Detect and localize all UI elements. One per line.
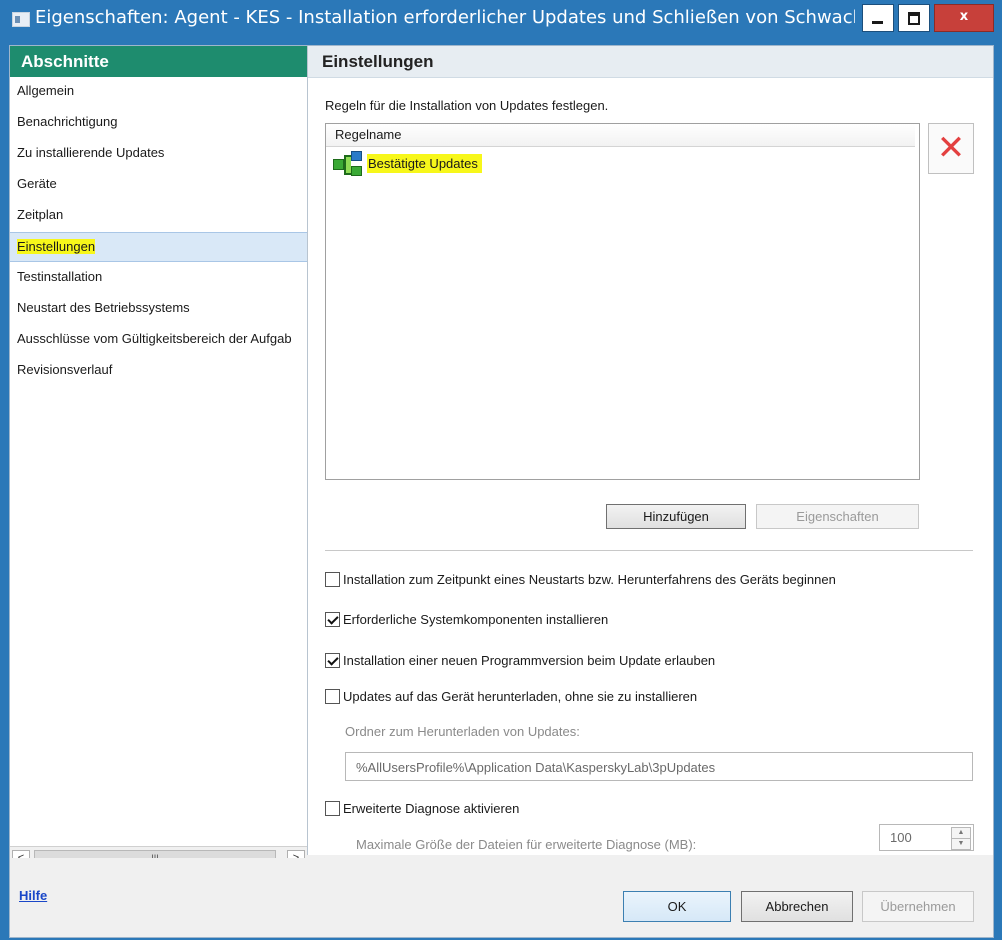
app-window-icon [12,12,30,27]
settings-panel: Einstellungen Regeln für die Installatio… [308,46,993,855]
rules-intro-text: Regeln für die Installation von Updates … [325,98,609,113]
option-label: Installation einer neuen Programmversion… [343,652,716,668]
sidebar-item-label: Neustart des Betriebssystems [17,300,190,315]
cancel-button[interactable]: Abbrechen [741,891,853,922]
sidebar-item-allgemein[interactable]: Allgemein [10,77,307,107]
download-folder-label: Ordner zum Herunterladen von Updates: [345,724,580,739]
ok-button[interactable]: OK [623,891,731,922]
sidebar-item-label: Testinstallation [17,269,103,284]
checkbox-advanced-diagnostics[interactable] [325,800,340,816]
dialog-client-area: Abschnitte Allgemein Benachrichtigung Zu… [9,45,994,938]
sidebar-item-label: Allgemein [17,83,75,98]
sidebar-item-revisionsverlauf[interactable]: Revisionsverlauf [10,356,307,386]
rule-name: Bestätigte Updates [367,153,482,173]
sidebar-item-testinstallation[interactable]: Testinstallation [10,263,307,293]
option-label: Erforderliche Systemkomponenten installi… [343,611,609,627]
window-title: Eigenschaften: Agent - KES - Installatio… [35,7,855,28]
sidebar-header: Abschnitte [10,46,307,77]
sidebar-item-label: Revisionsverlauf [17,362,113,377]
sidebar-item-ausschluesse[interactable]: Ausschlüsse vom Gültigkeitsbereich der A… [10,325,307,355]
sidebar-item-label: Geräte [17,176,57,191]
rule-tree-icon [331,150,367,176]
checkbox-install-system-components[interactable] [325,611,340,627]
option-label: Updates auf das Gerät herunterladen, ohn… [343,688,698,704]
sidebar-item-zu-installierende-updates[interactable]: Zu installierende Updates [10,139,307,169]
rule-item[interactable]: Bestätigte Updates [331,150,482,176]
sidebar-item-einstellungen[interactable]: Einstellungen [10,232,307,262]
apply-button[interactable]: Übernehmen [862,891,974,922]
max-size-stepper[interactable]: 100 ▲ ▼ [879,824,974,851]
minimize-button[interactable] [862,4,894,32]
close-button[interactable]: x [934,4,994,32]
rules-column-header[interactable]: Regelname [326,124,915,147]
section-divider [325,550,973,551]
option-install-system-components[interactable]: Erforderliche Systemkomponenten installi… [325,609,608,629]
sections-sidebar: Abschnitte Allgemein Benachrichtigung Zu… [10,46,308,867]
option-install-on-restart[interactable]: Installation zum Zeitpunkt eines Neustar… [325,569,836,589]
sidebar-item-geraete[interactable]: Geräte [10,170,307,200]
option-allow-new-version[interactable]: Installation einer neuen Programmversion… [325,650,715,670]
option-label: Installation zum Zeitpunkt eines Neustar… [343,571,836,587]
max-size-value: 100 [890,830,912,845]
delete-rule-button[interactable]: ✕ [928,123,974,174]
max-size-label: Maximale Größe der Dateien für erweitert… [356,837,697,852]
title-bar[interactable]: Eigenschaften: Agent - KES - Installatio… [1,1,1001,37]
sidebar-item-label: Benachrichtigung [17,114,118,129]
sidebar-item-neustart[interactable]: Neustart des Betriebssystems [10,294,307,324]
maximize-button[interactable] [898,4,930,32]
properties-window: Eigenschaften: Agent - KES - Installatio… [0,0,1002,940]
dialog-footer: Hilfe OK Abbrechen Übernehmen [10,858,993,937]
option-advanced-diagnostics[interactable]: Erweiterte Diagnose aktivieren [325,798,519,818]
sidebar-item-label: Einstellungen [17,239,96,254]
sidebar-item-label: Zu installierende Updates [17,145,165,160]
stepper-down-arrow-icon[interactable]: ▼ [951,838,971,850]
checkbox-allow-new-version[interactable] [325,652,340,668]
checkbox-install-on-restart[interactable] [325,571,340,587]
sidebar-item-label: Zeitplan [17,207,64,222]
rule-properties-button[interactable]: Eigenschaften [756,504,919,529]
sidebar-item-label: Ausschlüsse vom Gültigkeitsbereich der A… [17,331,292,346]
sidebar-item-zeitplan[interactable]: Zeitplan [10,201,307,231]
option-download-only[interactable]: Updates auf das Gerät herunterladen, ohn… [325,686,697,706]
option-label: Erweiterte Diagnose aktivieren [343,800,520,816]
rules-list[interactable]: Regelname Bestätigte Updates [325,123,920,480]
download-folder-field[interactable]: %AllUsersProfile%\Application Data\Kaspe… [345,752,973,781]
panel-header: Einstellungen [308,46,993,78]
add-rule-button[interactable]: Hinzufügen [606,504,746,529]
checkbox-download-only[interactable] [325,688,340,704]
sidebar-item-benachrichtigung[interactable]: Benachrichtigung [10,108,307,138]
help-link[interactable]: Hilfe [19,888,47,903]
